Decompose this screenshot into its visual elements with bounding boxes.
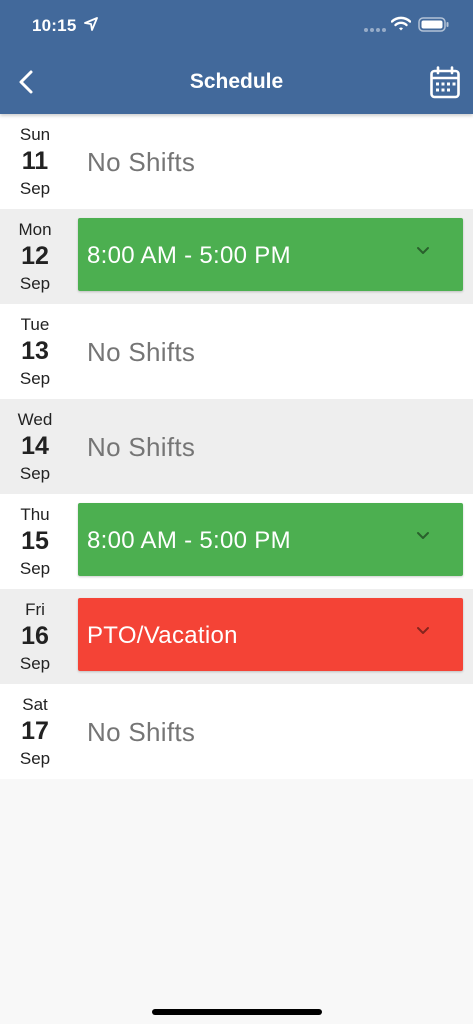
day-of-week: Sun xyxy=(19,125,51,144)
day-of-week: Thu xyxy=(20,505,50,524)
day-of-week: Sat xyxy=(22,695,48,714)
calendar-icon[interactable] xyxy=(429,66,461,100)
day-number: 16 xyxy=(21,622,49,650)
status-time: 10:15 xyxy=(32,16,77,35)
month: Sep xyxy=(19,559,51,578)
date-column: Sun 11 Sep xyxy=(0,114,70,209)
day-row: Sat 17 Sep No Shifts xyxy=(0,684,473,779)
battery-icon xyxy=(418,17,449,32)
day-row: Mon 12 Sep 8:00 AM - 5:00 PM xyxy=(0,209,473,304)
date-column: Tue 13 Sep xyxy=(0,304,70,399)
wifi-icon xyxy=(391,16,411,31)
month: Sep xyxy=(19,654,51,673)
date-column: Mon 12 Sep xyxy=(0,209,70,304)
day-of-week: Wed xyxy=(17,410,53,429)
day-of-week: Tue xyxy=(20,315,50,334)
chevron-down-icon[interactable] xyxy=(416,531,430,541)
signal-icon xyxy=(364,28,386,32)
chevron-down-icon[interactable] xyxy=(416,626,430,636)
shift-label: 8:00 AM - 5:00 PM xyxy=(87,527,291,554)
date-column: Fri 16 Sep xyxy=(0,589,70,684)
day-number: 13 xyxy=(21,337,49,365)
location-arrow-icon xyxy=(84,17,98,31)
month: Sep xyxy=(19,464,51,483)
no-shifts-label: No Shifts xyxy=(87,432,196,462)
day-number: 12 xyxy=(21,242,49,270)
chevron-down-icon[interactable] xyxy=(416,246,430,256)
day-number: 14 xyxy=(21,432,49,460)
page-title: Schedule xyxy=(189,70,284,93)
day-row: Sun 11 Sep No Shifts xyxy=(0,114,473,209)
no-shifts-label: No Shifts xyxy=(87,337,196,367)
shift-label: PTO/Vacation xyxy=(87,622,238,649)
month: Sep xyxy=(19,274,51,293)
day-number: 17 xyxy=(21,717,49,745)
day-number: 11 xyxy=(21,147,49,175)
month: Sep xyxy=(19,749,51,768)
month: Sep xyxy=(19,179,51,198)
day-row: Fri 16 Sep PTO/Vacation xyxy=(0,589,473,684)
home-indicator xyxy=(152,1009,322,1015)
day-of-week: Fri xyxy=(25,600,45,619)
day-number: 15 xyxy=(21,527,49,555)
date-column: Wed 14 Sep xyxy=(0,399,70,494)
shift-card[interactable]: 8:00 AM - 5:00 PM xyxy=(78,218,463,291)
no-shifts-label: No Shifts xyxy=(87,717,196,747)
day-row: Tue 13 Sep No Shifts xyxy=(0,304,473,399)
no-shifts-label: No Shifts xyxy=(87,147,196,177)
day-row: Wed 14 Sep No Shifts xyxy=(0,399,473,494)
shift-card[interactable]: PTO/Vacation xyxy=(78,598,463,671)
date-column: Thu 15 Sep xyxy=(0,494,70,589)
month: Sep xyxy=(19,369,51,388)
day-row: Thu 15 Sep 8:00 AM - 5:00 PM xyxy=(0,494,473,589)
shift-label: 8:00 AM - 5:00 PM xyxy=(87,242,291,269)
day-of-week: Mon xyxy=(18,220,52,239)
date-column: Sat 17 Sep xyxy=(0,684,70,779)
app-header: 10:15 Schedule xyxy=(0,0,473,114)
schedule-list: Sun 11 Sep No Shifts Mon 12 Sep 8:00 AM - 5:00 … xyxy=(0,114,473,779)
shift-card[interactable]: 8:00 AM - 5:00 PM xyxy=(78,503,463,576)
